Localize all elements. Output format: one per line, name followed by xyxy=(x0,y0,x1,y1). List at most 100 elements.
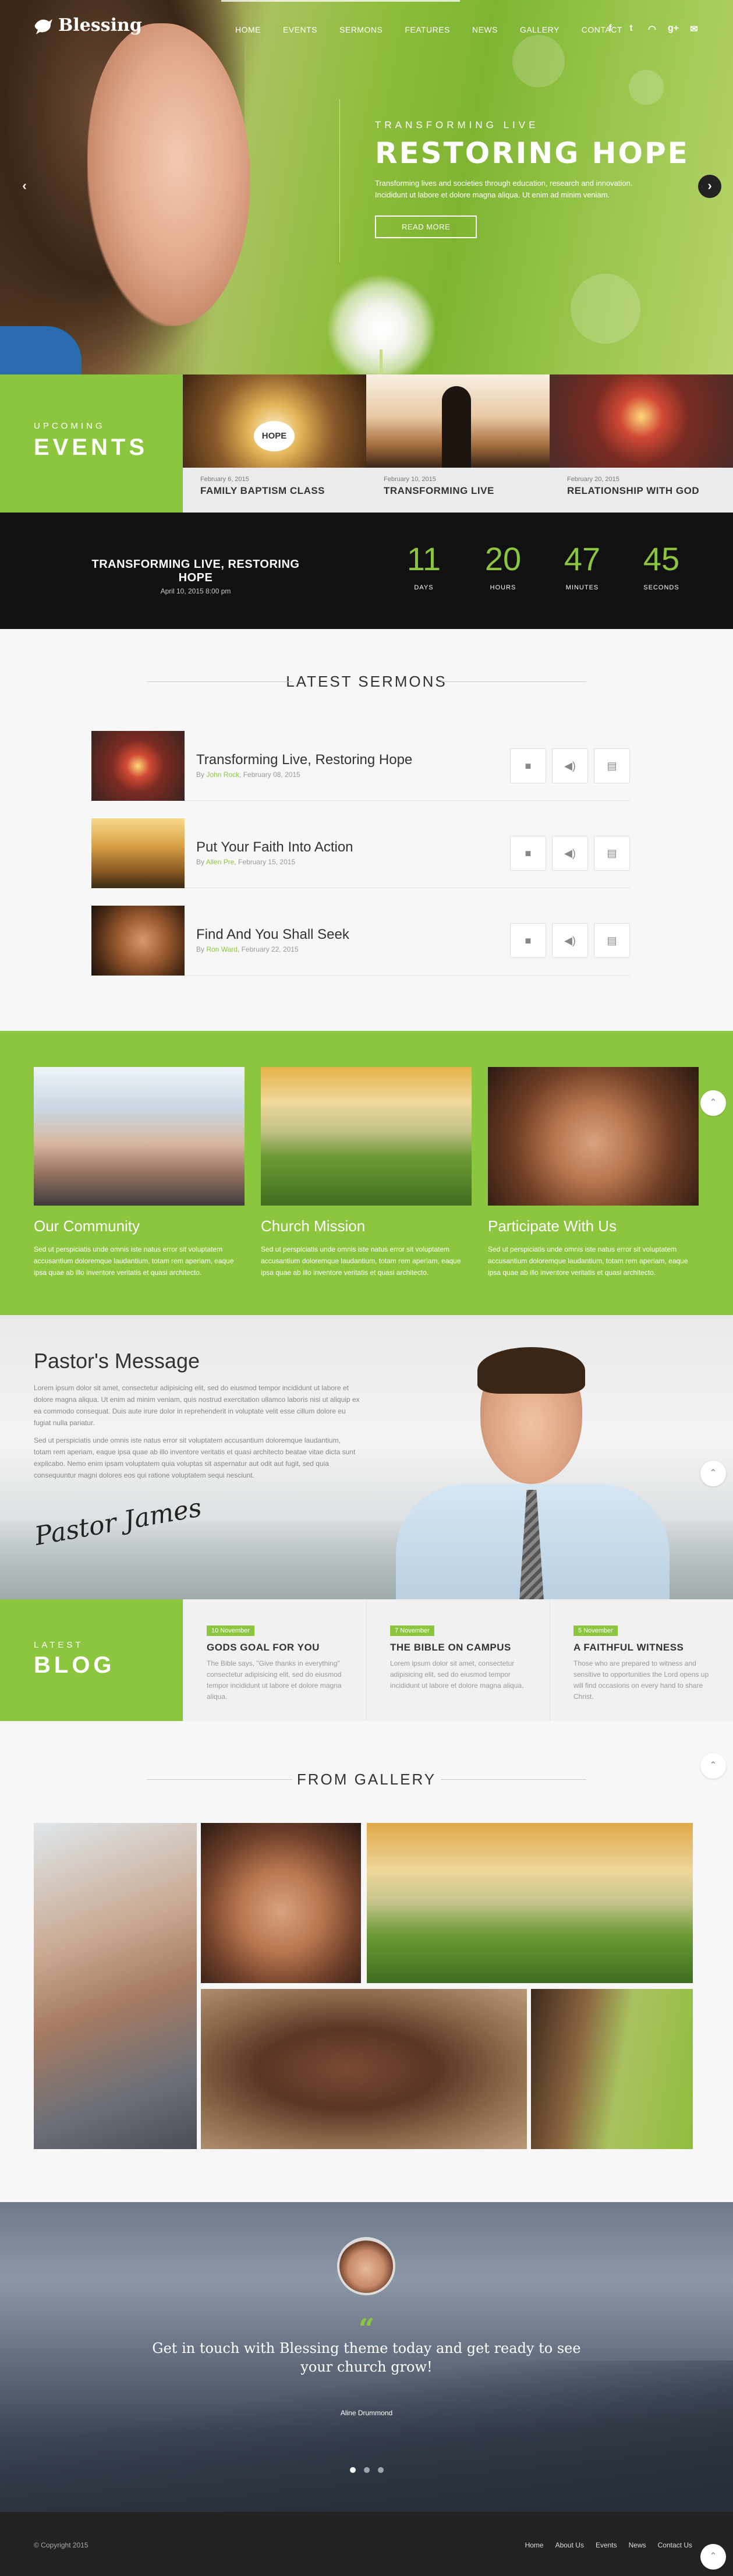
gallery-image-couple[interactable] xyxy=(34,1823,197,2149)
sermon-thumbnail[interactable] xyxy=(91,818,185,888)
church-mission-image[interactable] xyxy=(261,1067,472,1206)
sermon-author[interactable]: Ron Ward xyxy=(206,945,238,953)
pastor-paragraph: Sed ut perspiciatis unde omnis iste natu… xyxy=(34,1436,356,1479)
heading-line xyxy=(441,681,586,682)
nav-item-home[interactable]: HOME xyxy=(235,25,261,34)
nav-item-sermons[interactable]: SERMONS xyxy=(339,25,383,34)
nav-menu: HOME EVENTS SERMONS FEATURES NEWS GALLER… xyxy=(235,25,645,34)
countdown-minutes: 47 MINUTES xyxy=(543,539,622,591)
pagination-dot[interactable] xyxy=(363,2467,370,2473)
audio-icon[interactable]: ◀) xyxy=(552,836,588,871)
mail-icon[interactable]: ✉ xyxy=(689,23,699,35)
sermon-author[interactable]: Allen Pre xyxy=(206,858,235,866)
mission-card-title[interactable]: Church Mission xyxy=(261,1217,472,1235)
pdf-icon[interactable]: ▤ xyxy=(594,836,630,871)
scroll-top-icon[interactable]: ⌃ xyxy=(700,1090,726,1116)
rss-icon[interactable]: ◠ xyxy=(647,23,657,35)
gallery-image-hands[interactable] xyxy=(201,1823,361,1983)
facebook-icon[interactable]: f xyxy=(605,23,615,35)
event-title[interactable]: FAMILY BAPTISM CLASS xyxy=(200,485,366,497)
nav-top-line xyxy=(221,0,460,2)
nav-item-events[interactable]: EVENTS xyxy=(283,25,317,34)
sermon-title[interactable]: Transforming Live, Restoring Hope xyxy=(196,752,412,768)
video-icon[interactable]: ■ xyxy=(510,748,546,783)
site-logo[interactable]: Blessing xyxy=(34,15,142,36)
event-title[interactable]: RELATIONSHIP WITH GOD xyxy=(567,485,733,497)
testimonial-message: Get in touch with Blessing theme today a… xyxy=(152,2340,581,2375)
countdown-value: 20 xyxy=(484,540,522,577)
mission-card-title[interactable]: Our Community xyxy=(34,1217,245,1235)
event-card[interactable]: February 10, 2015 TRANSFORMING LIVE xyxy=(366,374,550,513)
countdown-value: 45 xyxy=(643,540,680,577)
sermon-meta: By Ron Ward, February 22, 2015 xyxy=(196,945,299,953)
footer-link-events[interactable]: Events xyxy=(596,2541,617,2549)
sermon-author[interactable]: John Rock xyxy=(206,771,239,779)
mission-card: Participate With Us Sed ut perspiciatis … xyxy=(488,1067,699,1278)
event-caption: February 10, 2015 TRANSFORMING LIVE xyxy=(366,468,550,513)
gallery-heading: FROM GALLERY xyxy=(0,1771,733,1789)
audio-icon[interactable]: ◀) xyxy=(552,748,588,783)
sermon-title[interactable]: Put Your Faith Into Action xyxy=(196,839,353,856)
video-icon[interactable]: ■ xyxy=(510,836,546,871)
countdown-days: 11 DAYS xyxy=(384,539,463,591)
hero-title: RESTORING HOPE xyxy=(375,136,689,170)
audio-icon[interactable]: ◀) xyxy=(552,923,588,958)
mission-card-title[interactable]: Participate With Us xyxy=(488,1217,699,1235)
hero-dandelion-stem xyxy=(380,349,383,374)
sermon-title[interactable]: Find And You Shall Seek xyxy=(196,927,349,943)
mountain-background xyxy=(0,2361,733,2512)
footer-link-home[interactable]: Home xyxy=(525,2541,544,2549)
event-card[interactable]: HOPE February 6, 2015 FAMILY BAPTISM CLA… xyxy=(183,374,366,513)
sermon-media-buttons: ■ ◀) ▤ xyxy=(510,836,630,871)
blog-title[interactable]: A FAITHFUL WITNESS xyxy=(573,1642,733,1653)
sermon-media-buttons: ■ ◀) ▤ xyxy=(510,923,630,958)
gallery-image-child[interactable] xyxy=(201,1989,527,2149)
read-more-button[interactable]: READ MORE xyxy=(375,215,477,238)
participate-image[interactable] xyxy=(488,1067,699,1206)
pastor-paragraph: Lorem ipsum dolor sit amet, consectetur … xyxy=(34,1384,360,1427)
hero-child-image xyxy=(87,23,250,326)
event-card[interactable]: February 20, 2015 RELATIONSHIP WITH GOD xyxy=(550,374,733,513)
slider-next-icon[interactable]: › xyxy=(698,175,721,198)
pdf-icon[interactable]: ▤ xyxy=(594,748,630,783)
pdf-icon[interactable]: ▤ xyxy=(594,923,630,958)
pastor-title: Pastor's Message xyxy=(34,1349,200,1373)
nav-item-news[interactable]: NEWS xyxy=(472,25,498,34)
scroll-top-icon[interactable]: ⌃ xyxy=(700,1461,726,1486)
event-date: February 10, 2015 xyxy=(384,476,436,483)
footer-link-about[interactable]: About Us xyxy=(555,2541,584,2549)
blog-label-big: BLOG xyxy=(34,1652,115,1678)
scroll-top-icon[interactable]: ⌃ xyxy=(700,2544,726,2570)
sermon-thumbnail[interactable] xyxy=(91,906,185,976)
sermon-meta: By Allen Pre, February 15, 2015 xyxy=(196,858,295,866)
twitter-icon[interactable]: t xyxy=(626,23,636,35)
sermons-title: LATEST SERMONS xyxy=(286,673,447,690)
pagination-dot[interactable] xyxy=(377,2467,384,2473)
event-person-silhouette xyxy=(442,386,471,468)
footer-link-news[interactable]: News xyxy=(629,2541,646,2549)
community-image[interactable] xyxy=(34,1067,245,1206)
countdown-event-title[interactable]: TRANSFORMING LIVE, RESTORING HOPE xyxy=(73,558,318,585)
nav-item-gallery[interactable]: GALLERY xyxy=(520,25,560,34)
footer-link-contact[interactable]: Contact Us xyxy=(658,2541,692,2549)
sermon-date: , February 22, 2015 xyxy=(237,945,299,953)
dove-icon xyxy=(34,19,52,34)
countdown-unit: SECONDS xyxy=(643,584,679,591)
blog-title[interactable]: GODS GOAL FOR YOU xyxy=(207,1642,366,1653)
gallery-image-dandelion[interactable] xyxy=(531,1989,693,2149)
blog-date-tag: 5 November xyxy=(573,1626,618,1636)
video-icon[interactable]: ■ xyxy=(510,923,546,958)
event-title[interactable]: TRANSFORMING LIVE xyxy=(384,485,550,497)
event-date: February 6, 2015 xyxy=(200,476,249,483)
slider-prev-icon[interactable]: ‹ xyxy=(13,175,36,198)
blog-title[interactable]: THE BIBLE ON CAMPUS xyxy=(390,1642,550,1653)
heading-line xyxy=(441,1779,586,1780)
scroll-top-icon[interactable]: ⌃ xyxy=(700,1753,726,1779)
footer-links: Home About Us Events News Contact Us xyxy=(525,2541,692,2549)
google-plus-icon[interactable]: g+ xyxy=(668,23,679,35)
gallery-image-field[interactable] xyxy=(367,1823,693,1983)
nav-item-features[interactable]: FEATURES xyxy=(405,25,450,34)
mission-card-text: Sed ut perspiciatis unde omnis iste natu… xyxy=(34,1245,234,1277)
sermon-thumbnail[interactable] xyxy=(91,731,185,801)
pagination-dot[interactable] xyxy=(349,2467,356,2473)
